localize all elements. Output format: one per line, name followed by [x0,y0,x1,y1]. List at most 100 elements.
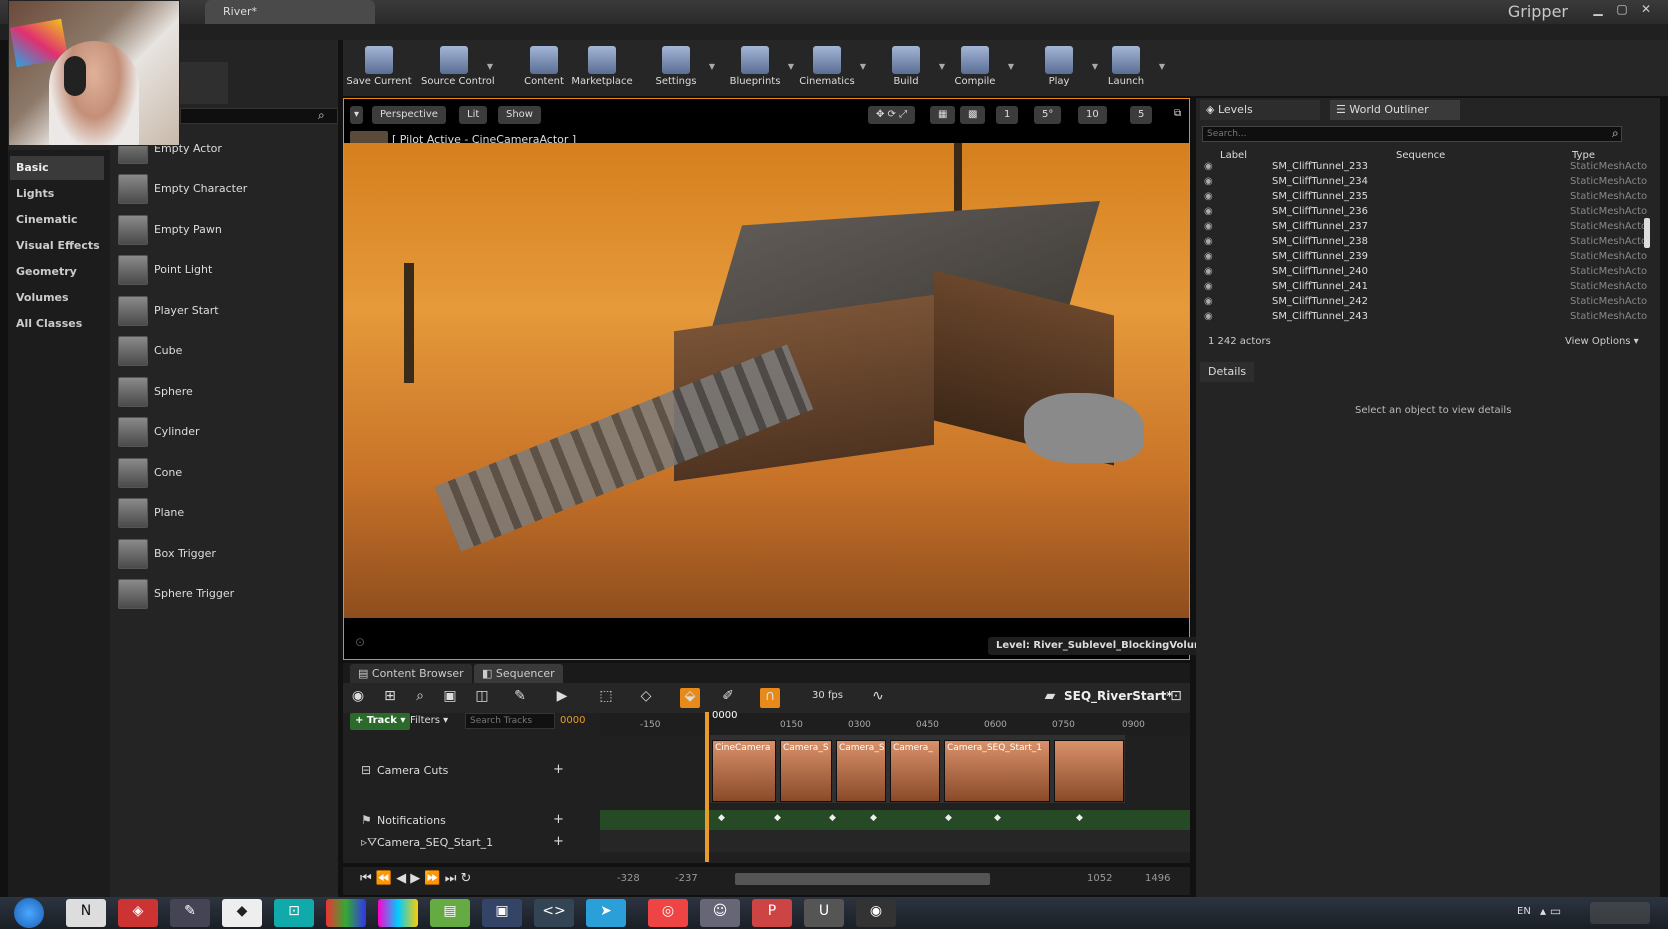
add-icon[interactable]: + [553,834,564,849]
range-end[interactable]: 1496 [1145,873,1170,884]
track-camera[interactable]: ▹⛛ Camera_SEQ_Start_1 + [343,832,593,854]
current-frame[interactable]: 0000 [560,715,585,726]
add-track-button[interactable]: + Track ▾ [350,713,411,730]
actor-box-trigger[interactable]: Box Trigger [112,537,332,573]
actor-player-start[interactable]: Player Start [112,294,332,330]
eye-icon[interactable]: ◉ [1204,251,1213,262]
auto-key-icon[interactable]: ⬙ [680,688,700,708]
lit-button[interactable]: Lit [459,106,488,124]
perspective-button[interactable]: Perspective [372,106,446,124]
play-button[interactable]: Play ▼ [1026,42,1098,94]
track-notifications[interactable]: ⚑ Notifications + [343,810,593,832]
scale-snap-value[interactable]: 10 [1078,106,1107,124]
app-icon[interactable] [326,899,366,927]
maximize-viewport-icon[interactable]: ⧉ [1174,108,1181,119]
view-start[interactable]: -237 [675,873,698,884]
grid-snap-value[interactable]: 1 [996,106,1019,124]
render-movie-icon[interactable]: ▣ [440,688,460,708]
eye-icon[interactable]: ◉ [1204,296,1213,307]
key-marker[interactable]: ◆ [829,813,836,823]
playback-options-icon[interactable]: ▶ [552,688,572,708]
playback-controls[interactable]: ⏮ ⏪ ◀ ▶ ⏩ ⏭ ↻ [360,871,471,886]
cinematics-button[interactable]: Cinematics ▼ [794,42,866,94]
actor-sphere[interactable]: Sphere [112,375,332,411]
wrench-icon[interactable]: ✎ [510,688,530,708]
camera-speed-value[interactable]: 5 [1130,106,1153,124]
source-control-button[interactable]: Source Control ▼ [421,42,495,94]
category-cinematic[interactable]: Cinematic [16,208,110,232]
content-button[interactable]: Content [511,42,577,94]
edit-mode-icon[interactable]: ✐ [718,688,738,708]
settings-button[interactable]: Settings ▼ [643,42,715,94]
key-icon[interactable]: ◇ [636,688,656,708]
eye-icon[interactable]: ◉ [1204,206,1213,217]
actor-plane[interactable]: Plane [112,496,332,532]
camera-cut-section[interactable] [1054,740,1124,802]
eye-icon[interactable]: ◉ [1204,236,1213,247]
actor-empty-character[interactable]: Empty Character [112,172,332,208]
fps-dropdown[interactable]: 30 fps [812,690,843,701]
discord-icon[interactable]: ☺ [700,899,740,927]
category-all-classes[interactable]: All Classes [16,312,110,336]
chevron-down-icon[interactable]: ▼ [1008,62,1014,71]
outliner-row[interactable]: ◉ SM_CliffTunnel_235 StaticMeshActo [1200,190,1650,205]
search-icon[interactable]: ⌕ [1612,126,1619,141]
key-marker[interactable]: ◆ [870,813,877,823]
outliner-row[interactable]: ◉ SM_CliffTunnel_240 StaticMeshActo [1200,265,1650,280]
key-marker[interactable]: ◆ [774,813,781,823]
outliner-row[interactable]: ◉ SM_CliffTunnel_234 StaticMeshActo [1200,175,1650,190]
add-icon[interactable]: + [553,812,564,827]
key-marker[interactable]: ◆ [718,813,725,823]
view-options-button[interactable]: View Options ▾ [1565,336,1639,347]
key-marker[interactable]: ◆ [1076,813,1083,823]
actor-cone[interactable]: Cone [112,456,332,492]
maximize-icon[interactable]: ▢ [1612,2,1632,18]
category-lights[interactable]: Lights [16,182,110,206]
level-tab[interactable]: River* [205,0,375,24]
world-icon[interactable]: ◉ [348,688,368,708]
eye-icon[interactable]: ◉ [1204,281,1213,292]
eye-icon[interactable]: ◉ [1204,176,1213,187]
launch-button[interactable]: Launch ▼ [1093,42,1165,94]
app-icon[interactable]: ◈ [118,899,158,927]
app-icon[interactable]: ⊡ [274,899,314,927]
time-ruler[interactable] [600,713,1190,735]
save-sequence-icon[interactable]: ⊞ [380,688,400,708]
category-volumes[interactable]: Volumes [16,286,110,310]
outliner-search-input[interactable]: Search... [1202,126,1622,142]
place-search-input[interactable] [180,108,338,124]
notion-icon[interactable]: N [66,899,106,927]
add-icon[interactable]: + [553,762,564,777]
eye-icon[interactable]: ◉ [1204,311,1213,322]
camera-cut-section[interactable]: Camera_SEQ_Start_1 [944,740,1050,802]
playhead[interactable] [705,712,709,862]
timeline-scrollbar[interactable] [735,873,990,885]
outliner-row[interactable]: ◉ SM_CliffTunnel_233 StaticMeshActo [1200,160,1650,175]
chevron-down-icon[interactable]: ▼ [709,62,715,71]
tab-world-outliner[interactable]: ☰ World Outliner [1330,100,1460,120]
app-icon[interactable]: ◆ [222,899,262,927]
compile-button[interactable]: Compile ▼ [942,42,1014,94]
category-basic[interactable]: Basic [10,156,104,180]
outliner-row[interactable]: ◉ SM_CliffTunnel_241 StaticMeshActo [1200,280,1650,295]
close-icon[interactable]: ✕ [1636,2,1656,18]
tab-levels[interactable]: ◈ Levels [1200,100,1320,120]
rotate-snap-value[interactable]: 5° [1034,106,1062,124]
outliner-row[interactable]: ◉ SM_CliffTunnel_239 StaticMeshActo [1200,250,1650,265]
camera-cut-section[interactable]: CineCamera [712,740,776,802]
actor-cube[interactable]: Cube [112,334,332,370]
place-mode-icon[interactable] [178,62,228,104]
tab-content-browser[interactable]: ▤ Content Browser [350,664,472,683]
eye-icon[interactable]: ◉ [1204,266,1213,277]
lock-icon[interactable]: ⊡ [1166,688,1186,708]
tab-details[interactable]: Details [1200,362,1255,382]
language-indicator[interactable]: EN [1517,906,1531,917]
actor-point-light[interactable]: Point Light [112,253,332,289]
actor-sphere-trigger[interactable]: Sphere Trigger [112,577,332,613]
camera-cut-section[interactable]: Camera_S [780,740,832,802]
view-end[interactable]: 1052 [1087,873,1112,884]
unreal-icon[interactable]: U [804,899,844,927]
tab-sequencer[interactable]: ◧ Sequencer [474,664,563,683]
app-icon[interactable] [378,899,418,927]
transform-tools[interactable]: ✥ ⟳ ⤢ [868,106,916,124]
